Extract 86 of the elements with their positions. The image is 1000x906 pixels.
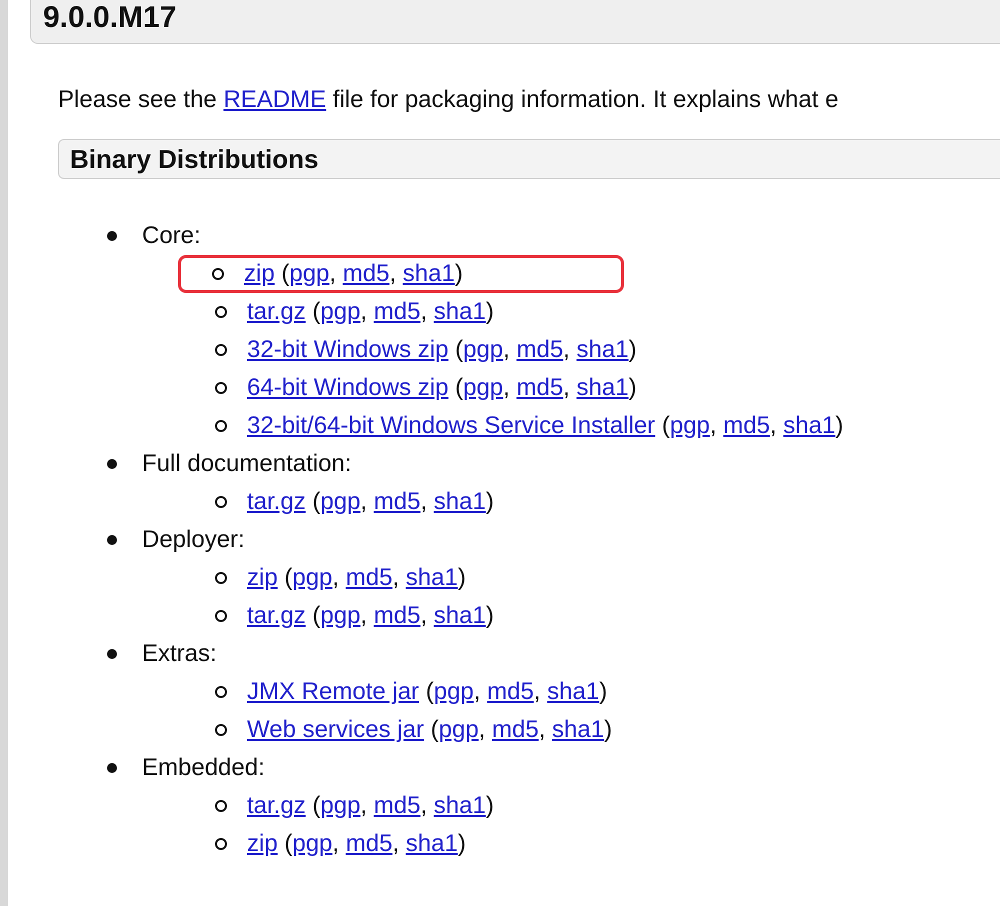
download-link[interactable]: Web services jar (247, 716, 424, 743)
bullet-icon (215, 610, 227, 622)
bullet-icon (215, 724, 227, 736)
download-link[interactable]: pgp (434, 678, 474, 705)
bullet-icon (215, 420, 227, 432)
download-link[interactable]: tar.gz (247, 602, 306, 629)
download-link[interactable]: pgp (320, 792, 360, 819)
download-link[interactable]: sha1 (434, 792, 486, 819)
download-link[interactable]: md5 (516, 336, 564, 363)
download-link[interactable]: tar.gz (247, 488, 306, 515)
download-link[interactable]: pgp (320, 298, 360, 325)
download-link[interactable]: md5 (374, 298, 420, 325)
bullet-icon (215, 838, 227, 850)
download-link[interactable]: pgp (292, 830, 332, 857)
bullet-icon (212, 268, 224, 280)
download-link[interactable]: 32-bit/64-bit Windows Service Installer (247, 412, 656, 439)
bullet-icon (215, 382, 227, 394)
download-link[interactable]: md5 (346, 564, 392, 591)
download-entry: 32-bit Windows zip (pgp, md5, sha1) (247, 335, 637, 365)
download-link[interactable]: pgp (320, 488, 360, 515)
download-link[interactable]: tar.gz (247, 792, 306, 819)
group-label: Full documentation: (142, 449, 352, 479)
download-entry: tar.gz (pgp, md5, sha1) (247, 487, 494, 517)
download-link[interactable]: 32-bit Windows zip (247, 336, 448, 363)
download-entry: tar.gz (pgp, md5, sha1) (247, 297, 494, 327)
download-entry: zip (pgp, md5, sha1) (244, 259, 463, 289)
download-link[interactable]: zip (247, 830, 278, 857)
download-link[interactable]: sha1 (434, 298, 486, 325)
bullet-icon (107, 535, 117, 545)
download-link[interactable]: sha1 (576, 336, 629, 363)
bullet-icon (107, 763, 117, 773)
bullet-icon (107, 231, 117, 241)
download-link[interactable]: sha1 (406, 830, 458, 857)
download-link[interactable]: 64-bit Windows zip (247, 374, 448, 401)
bullet-icon (215, 800, 227, 812)
download-entry: 32-bit/64-bit Windows Service Installer (pgp, md5, sha1) (247, 411, 844, 441)
group-label: Core: (142, 221, 201, 251)
download-link[interactable]: JMX Remote jar (247, 678, 420, 705)
download-link[interactable]: pgp (289, 260, 330, 287)
readme-link[interactable]: README (223, 86, 326, 113)
download-link[interactable]: sha1 (552, 716, 604, 743)
version-heading: 9.0.0.M17 (30, 0, 1000, 44)
download-link[interactable]: pgp (463, 374, 504, 401)
bullet-icon (215, 496, 227, 508)
download-entry: tar.gz (pgp, md5, sha1) (247, 791, 494, 821)
download-link[interactable]: zip (247, 564, 278, 591)
bullet-icon (107, 459, 117, 469)
download-link[interactable]: pgp (292, 564, 332, 591)
download-link[interactable]: zip (244, 260, 275, 287)
bullet-icon (215, 686, 227, 698)
download-link[interactable]: md5 (346, 830, 392, 857)
download-entry: Web services jar (pgp, md5, sha1) (247, 715, 612, 745)
download-link[interactable]: md5 (723, 412, 770, 439)
download-link[interactable]: pgp (320, 602, 360, 629)
bullet-icon (107, 649, 117, 659)
download-link[interactable]: tar.gz (247, 298, 306, 325)
download-link[interactable]: sha1 (576, 374, 629, 401)
group-label: Embedded: (142, 753, 265, 783)
download-link[interactable]: pgp (438, 716, 479, 743)
bullet-icon (215, 572, 227, 584)
bullet-icon (215, 306, 227, 318)
download-link[interactable]: sha1 (402, 260, 455, 287)
download-link[interactable]: md5 (342, 260, 390, 287)
download-link[interactable]: md5 (516, 374, 564, 401)
group-label: Deployer: (142, 525, 245, 555)
intro-text: Please see the README file for packaging information. It explains what e (58, 85, 840, 115)
download-link[interactable]: md5 (487, 678, 534, 705)
download-link[interactable]: sha1 (406, 564, 458, 591)
download-link[interactable]: md5 (374, 488, 420, 515)
download-link[interactable]: md5 (492, 716, 539, 743)
download-link[interactable]: sha1 (434, 488, 486, 515)
bullet-icon (215, 344, 227, 356)
download-entry: JMX Remote jar (pgp, md5, sha1) (247, 677, 608, 707)
download-link[interactable]: md5 (374, 792, 420, 819)
download-link[interactable]: pgp (670, 412, 710, 439)
download-link[interactable]: pgp (463, 336, 504, 363)
download-entry: zip (pgp, md5, sha1) (247, 563, 466, 593)
section-heading: Binary Distributions (58, 139, 1000, 179)
download-entry: 64-bit Windows zip (pgp, md5, sha1) (247, 373, 637, 403)
download-link[interactable]: md5 (374, 602, 420, 629)
download-link[interactable]: sha1 (434, 602, 486, 629)
download-entry: zip (pgp, md5, sha1) (247, 829, 466, 859)
download-link[interactable]: sha1 (783, 412, 836, 439)
download-entry: tar.gz (pgp, md5, sha1) (247, 601, 494, 631)
download-link[interactable]: sha1 (547, 678, 600, 705)
group-label: Extras: (142, 639, 217, 669)
